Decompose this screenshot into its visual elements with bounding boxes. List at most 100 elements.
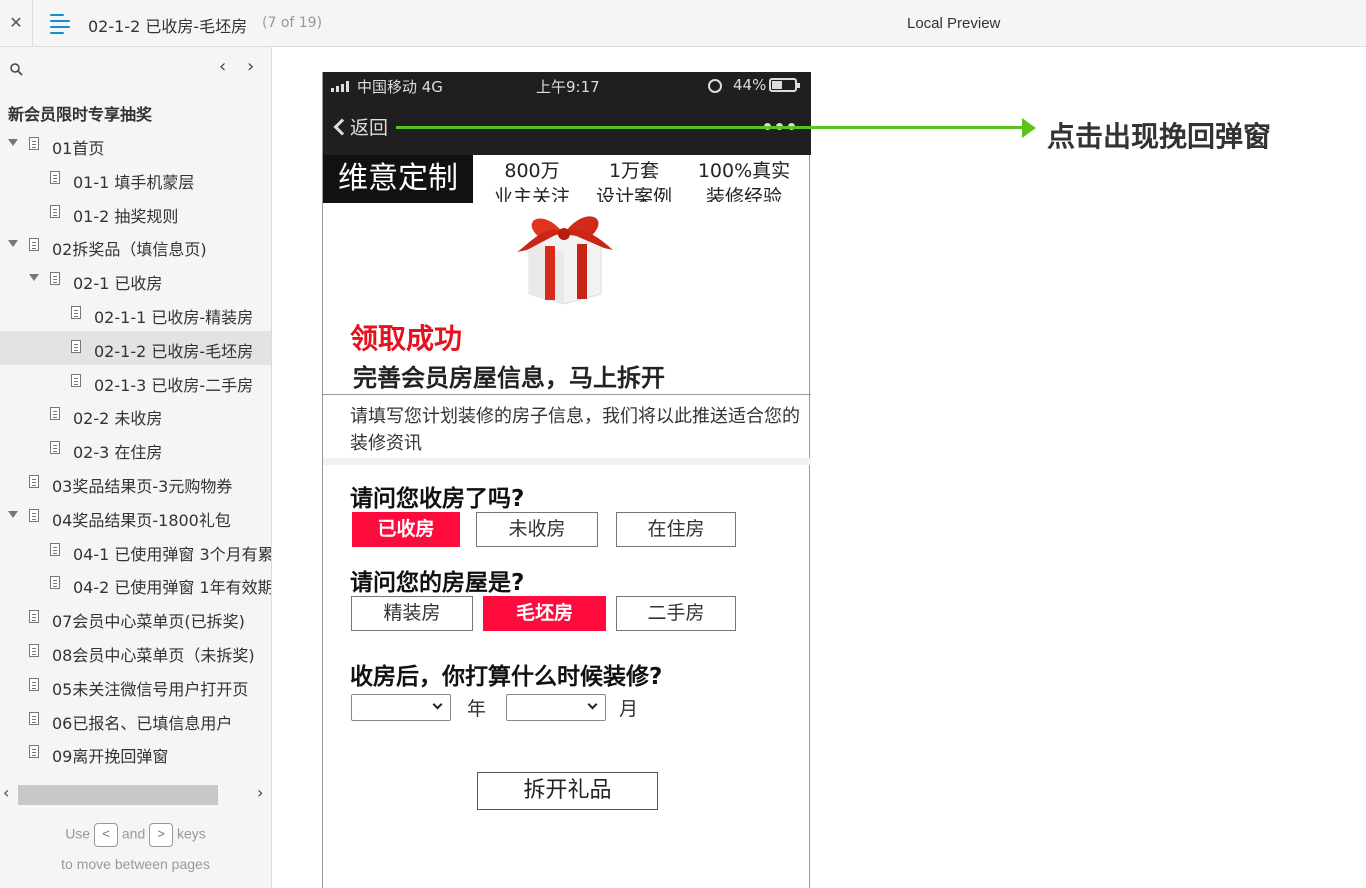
annotation-arrow-line xyxy=(396,126,1024,129)
stat-label: 装修经验 xyxy=(705,186,782,202)
option-living-in[interactable]: 在住房 xyxy=(616,512,736,547)
expand-toggle-icon[interactable] xyxy=(8,139,18,146)
stat-experience: 100%真实 装修经验 xyxy=(689,158,799,202)
tree-item[interactable]: 02-1 已收房 xyxy=(0,263,271,297)
scrollbar-thumb[interactable] xyxy=(18,785,218,805)
battery-percent: 44% xyxy=(733,76,767,94)
tree-item-label: 02-3 在住房 xyxy=(73,443,163,463)
stat-followers: 800万 业主关注 xyxy=(486,158,578,202)
page-count: (7 of 19) xyxy=(262,15,323,31)
tree-item-label: 06已报名、已填信息用户 xyxy=(52,713,233,733)
expand-toggle-icon[interactable] xyxy=(8,510,18,518)
brand-logo: 维意定制 xyxy=(323,155,473,203)
scroll-left-icon[interactable]: ‹ xyxy=(3,783,9,802)
subheading: 完善会员房屋信息，马上拆开 xyxy=(353,364,665,392)
year-unit: 年 xyxy=(467,698,487,720)
question-renovation-time: 收房后，你打算什么时候装修? xyxy=(350,664,663,690)
tree-item[interactable]: 03奖品结果页-3元购物券 xyxy=(0,466,271,500)
page-icon xyxy=(29,745,39,759)
search-icon[interactable] xyxy=(10,63,23,76)
tree-item[interactable]: 02-1-3 已收房-二手房 xyxy=(0,365,271,399)
expand-toggle-icon[interactable] xyxy=(8,240,18,248)
tree-item-label: 07会员中心菜单页(已拆奖) xyxy=(52,612,245,632)
page-icon xyxy=(29,238,39,252)
question-house-type: 请问您的房屋是? xyxy=(350,570,525,596)
page-title: 02-1-2 已收房-毛坯房 xyxy=(88,17,248,36)
stat-value: 1万套 xyxy=(608,160,660,182)
tree-item[interactable]: 02-3 在住房 xyxy=(0,432,271,466)
tree-root-title: 新会员限时专享抽奖 xyxy=(8,105,153,124)
tree-item-label: 04-2 已使用弹窗 1年有效期 xyxy=(73,578,271,598)
intro-text: 请填写您计划装修的房子信息，我们将以此推送适合您的装修资讯 xyxy=(350,406,800,454)
month-unit: 月 xyxy=(619,698,639,720)
tree-item[interactable]: 01-1 填手机蒙层 xyxy=(0,162,271,196)
next-page-button[interactable]: › xyxy=(247,56,254,77)
page-icon xyxy=(29,644,39,657)
option-not-moved-in[interactable]: 未收房 xyxy=(476,512,598,547)
prev-key-icon: < xyxy=(93,823,118,847)
stat-cases: 1万套 设计案例 xyxy=(586,158,682,202)
page-icon xyxy=(29,677,39,691)
option-unfurnished[interactable]: 毛坯房 xyxy=(483,596,606,631)
page-icon xyxy=(29,137,39,150)
divider xyxy=(323,394,811,395)
stat-value: 100%真实 xyxy=(697,160,791,182)
help-line-2: to move between pages xyxy=(61,856,210,872)
page-icon xyxy=(29,475,39,488)
tree-item[interactable]: 05未关注微信号用户打开页 xyxy=(0,669,271,703)
help-use-text: Use xyxy=(65,825,91,842)
back-button[interactable]: 返回 xyxy=(333,113,388,140)
annotation-text: 点击出现挽回弹窗 xyxy=(1047,120,1272,153)
option-second-hand[interactable]: 二手房 xyxy=(616,596,736,631)
option-furnished[interactable]: 精装房 xyxy=(351,596,473,631)
help-line-1: Use < and > keys xyxy=(0,823,271,847)
status-bar: 中国移动 4G 上午9:17 44% 返回 xyxy=(323,72,811,155)
tree-item[interactable]: 02-2 未收房 xyxy=(0,398,271,432)
page-icon xyxy=(29,610,39,624)
tree-item-label: 08会员中心菜单页（未拆奖) xyxy=(52,646,255,665)
tree-item[interactable]: 02-1-1 已收房-精装房 xyxy=(0,297,271,331)
tree-item[interactable]: 02-1-2 已收房-毛坯房 xyxy=(0,330,271,365)
chevron-left-icon xyxy=(333,118,351,136)
tree-item[interactable]: 04-1 已使用弹窗 3个月有累 xyxy=(0,534,271,568)
tree-item[interactable]: 09离开挽回弹窗 xyxy=(0,736,271,770)
month-select[interactable] xyxy=(506,694,606,721)
close-button[interactable]: ✕ xyxy=(0,0,33,47)
gift-box-icon xyxy=(517,216,613,305)
open-gift-button[interactable]: 拆开礼品 xyxy=(477,772,658,810)
expand-toggle-icon[interactable] xyxy=(29,274,39,282)
stat-label: 业主关注 xyxy=(493,186,570,202)
next-key-icon: > xyxy=(149,823,174,847)
tree-item[interactable]: 02拆奖品（填信息页) xyxy=(0,229,271,263)
stat-label: 设计案例 xyxy=(595,186,672,202)
tree-item-label: 04奖品结果页-1800礼包 xyxy=(52,510,231,530)
option-moved-in[interactable]: 已收房 xyxy=(352,512,460,547)
question-moved-in: 请问您收房了吗? xyxy=(350,486,525,512)
tree-item[interactable]: 08会员中心菜单页（未拆奖) xyxy=(0,635,271,669)
annotation-arrow-head-icon xyxy=(1022,118,1036,138)
top-bar: ✕ 02-1-2 已收房-毛坯房 (7 of 19) Local Preview xyxy=(0,0,1366,47)
help-keys-text: keys xyxy=(177,825,206,842)
tree-item[interactable]: 01-2 抽奖规则 xyxy=(0,196,271,230)
year-select[interactable] xyxy=(351,694,451,721)
page-icon xyxy=(71,306,81,319)
tree-item-label: 02-1 已收房 xyxy=(73,274,163,294)
tree-item-label: 01首页 xyxy=(52,139,105,158)
tree-item-label: 02-1-2 已收房-毛坯房 xyxy=(94,341,254,361)
chevron-down-icon xyxy=(587,699,598,710)
tree-item[interactable]: 06已报名、已填信息用户 xyxy=(0,703,271,737)
tree-item-label: 05未关注微信号用户打开页 xyxy=(52,679,249,699)
tree-item[interactable]: 04奖品结果页-1800礼包 xyxy=(0,500,271,534)
tree-item[interactable]: 04-2 已使用弹窗 1年有效期 xyxy=(0,567,271,601)
page-icon xyxy=(50,542,60,556)
prev-page-button[interactable]: ‹ xyxy=(219,56,226,77)
battery-icon xyxy=(769,78,800,92)
clock: 上午9:17 xyxy=(536,78,600,96)
hamburger-icon[interactable] xyxy=(50,14,70,34)
tree-item[interactable]: 01首页 xyxy=(0,128,271,162)
horizontal-scrollbar[interactable]: ‹ › xyxy=(0,783,271,805)
page-icon xyxy=(29,711,39,725)
tree-item[interactable]: 07会员中心菜单页(已拆奖) xyxy=(0,601,271,635)
preview-label: Local Preview xyxy=(907,15,1001,32)
scroll-right-icon[interactable]: › xyxy=(257,783,263,802)
